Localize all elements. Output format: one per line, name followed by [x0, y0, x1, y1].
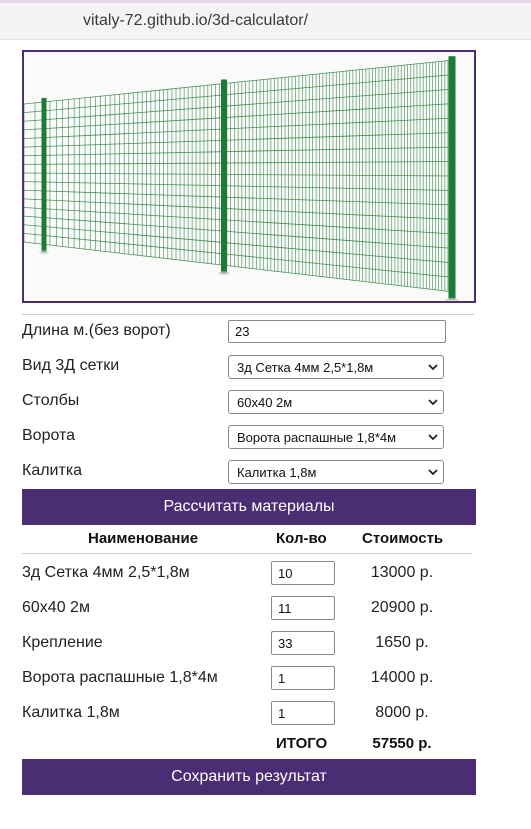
wicket-select[interactable]: Калитка 1,8м [228, 460, 444, 484]
mesh-select-value: 3д Сетка 4мм 2,5*1,8м [237, 360, 374, 375]
save-button[interactable]: Сохранить результат [22, 759, 476, 795]
qty-input[interactable] [271, 701, 335, 725]
header-name: Наименование [88, 530, 199, 547]
fence-mesh [24, 59, 455, 293]
chevron-down-icon [428, 434, 438, 441]
chevron-down-icon [428, 469, 438, 476]
header-cost: Стоимость [362, 530, 444, 547]
row-name: 60х40 2м [22, 599, 90, 616]
qty-input[interactable] [271, 561, 335, 585]
row-cost: 1650 р. [375, 634, 429, 651]
posts-select-value: 60х40 2м [237, 395, 293, 410]
fence-post [221, 79, 227, 274]
calculate-button[interactable]: Рассчитать материалы [22, 489, 476, 525]
row-cost: 20900 р. [370, 599, 434, 616]
chevron-down-icon [428, 399, 438, 406]
mesh-select[interactable]: 3д Сетка 4мм 2,5*1,8м [228, 355, 444, 379]
form-divider [22, 314, 474, 315]
url-text[interactable]: vitaly-72.github.io/3d-calculator/ [83, 12, 308, 30]
row-name: 3д Сетка 4мм 2,5*1,8м [22, 564, 190, 581]
fence-post [448, 56, 456, 300]
fence-post [41, 97, 47, 253]
posts-label: Столбы [22, 392, 80, 409]
length-label: Длина м.(без ворот) [22, 322, 171, 339]
chevron-down-icon [428, 364, 438, 371]
fence-image [22, 50, 476, 303]
mesh-label: Вид 3Д сетки [22, 357, 120, 374]
row-cost: 13000 р. [370, 564, 434, 581]
qty-input[interactable] [271, 631, 335, 655]
fence-illustration [24, 56, 459, 301]
table-header-divider [22, 553, 472, 554]
address-bar[interactable]: vitaly-72.github.io/3d-calculator/ [0, 3, 531, 40]
row-cost: 8000 р. [375, 704, 429, 721]
wicket-select-value: Калитка 1,8м [237, 465, 317, 480]
posts-select[interactable]: 60х40 2м [228, 390, 444, 414]
qty-input[interactable] [271, 596, 335, 620]
gates-label: Ворота [22, 427, 76, 444]
qty-input[interactable] [271, 666, 335, 690]
wicket-label: Калитка [22, 462, 83, 479]
total-label: ИТОГО [276, 735, 328, 752]
gates-select[interactable]: Ворота распашные 1,8*4м [228, 425, 444, 449]
row-name: Калитка 1,8м [22, 704, 120, 721]
row-cost: 14000 р. [370, 669, 434, 686]
row-name: Ворота распашные 1,8*4м [22, 669, 218, 686]
length-input[interactable] [228, 320, 446, 343]
header-qty: Кол-во [276, 530, 327, 547]
total-value: 57550 р. [372, 735, 432, 752]
row-name: Крепление [22, 634, 103, 651]
gates-select-value: Ворота распашные 1,8*4м [237, 430, 397, 445]
